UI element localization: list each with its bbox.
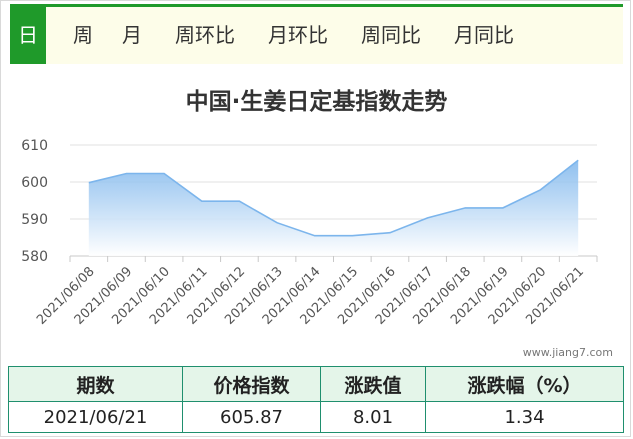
y-tick-label: 580 (21, 249, 48, 265)
tab-week-on-week[interactable]: 周环比 (166, 7, 244, 64)
y-tick-labels: 580 590 600 610 (21, 138, 48, 265)
chart-title: 中国·生姜日定基指数走势 (185, 89, 448, 115)
cell-change-percent: 1.34 (425, 401, 624, 433)
y-tick-label: 610 (21, 138, 48, 154)
x-tick-labels: 2021/06/082021/06/092021/06/102021/06/11… (34, 264, 587, 328)
watermark: www.jiang7.com (522, 346, 613, 359)
header-price-index: 价格指数 (182, 366, 321, 402)
period-tab-bar: 日 周 月 周环比 月环比 周同比 月同比 (10, 4, 623, 64)
cell-period: 2021/06/21 (8, 401, 183, 433)
area-chart: 580 590 600 610 2021/06/082021/06/092021/06… (21, 138, 598, 328)
tab-week[interactable]: 周 (62, 7, 104, 64)
tab-month[interactable]: 月 (111, 7, 153, 64)
summary-data-row: 2021/06/21 605.87 8.01 1.34 (8, 401, 624, 433)
y-tick-label: 590 (21, 212, 48, 228)
summary-header-row: 期数 价格指数 涨跌值 涨跌幅（%） (8, 366, 624, 402)
y-tick-label: 600 (21, 175, 48, 191)
tab-week-year-on-year[interactable]: 周同比 (352, 7, 430, 64)
header-change-percent: 涨跌幅（%） (425, 366, 624, 402)
area-fill (88, 160, 579, 256)
tab-month-on-month[interactable]: 月环比 (259, 7, 337, 64)
header-period: 期数 (8, 366, 183, 402)
tab-day[interactable]: 日 (10, 7, 46, 64)
header-change-value: 涨跌值 (320, 366, 426, 402)
summary-table: 期数 价格指数 涨跌值 涨跌幅（%） 2021/06/21 605.87 8.0… (8, 366, 624, 433)
cell-price-index: 605.87 (182, 401, 321, 433)
tab-month-year-on-year[interactable]: 月同比 (445, 7, 523, 64)
cell-change-value: 8.01 (320, 401, 426, 433)
